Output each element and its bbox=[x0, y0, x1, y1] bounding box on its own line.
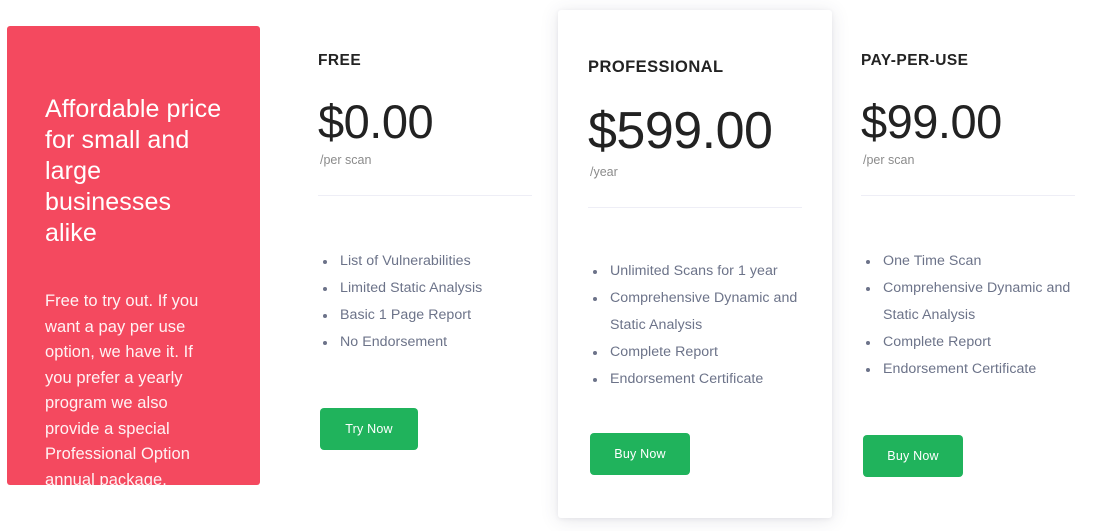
list-item: List of Vulnerabilities bbox=[318, 248, 530, 275]
plan-name-free: FREE bbox=[318, 52, 362, 69]
feature-list-pay-per-use: One Time Scan Comprehensive Dynamic and … bbox=[861, 248, 1073, 383]
list-item: Unlimited Scans for 1 year bbox=[588, 258, 802, 285]
list-item: One Time Scan bbox=[861, 248, 1073, 275]
list-item: Endorsement Certificate bbox=[588, 366, 802, 393]
buy-now-button-professional[interactable]: Buy Now bbox=[590, 433, 690, 475]
plan-price-free: $0.00 bbox=[318, 95, 434, 148]
plan-price-professional: $599.00 bbox=[588, 102, 773, 160]
list-item: Basic 1 Page Report bbox=[318, 302, 530, 329]
pricing-section: Affordable price for small and large bus… bbox=[0, 0, 1108, 531]
feature-list-free: List of Vulnerabilities Limited Static A… bbox=[318, 248, 530, 356]
plan-name-pay-per-use: PAY-PER-USE bbox=[861, 52, 969, 69]
plan-period-free: /per scan bbox=[320, 153, 372, 167]
plan-name-professional: PROFESSIONAL bbox=[588, 58, 724, 76]
feature-list-professional: Unlimited Scans for 1 year Comprehensive… bbox=[588, 258, 802, 393]
list-item: Complete Report bbox=[588, 339, 802, 366]
plan-card-pay-per-use: PAY-PER-USE $99.00 /per scan One Time Sc… bbox=[843, 0, 1091, 531]
plan-card-free: FREE $0.00 /per scan List of Vulnerabili… bbox=[300, 0, 548, 531]
list-item: Comprehensive Dynamic and Static Analysi… bbox=[588, 285, 802, 339]
promo-card: Affordable price for small and large bus… bbox=[7, 26, 260, 489]
plan-divider-free bbox=[318, 195, 532, 196]
plan-divider-pay-per-use bbox=[861, 195, 1075, 196]
list-item: Comprehensive Dynamic and Static Analysi… bbox=[861, 275, 1073, 329]
list-item: Complete Report bbox=[861, 329, 1073, 356]
plan-divider-professional bbox=[588, 207, 802, 208]
plan-card-professional: PROFESSIONAL $599.00 /year Unlimited Sca… bbox=[558, 10, 832, 518]
list-item: Limited Static Analysis bbox=[318, 275, 530, 302]
try-now-button[interactable]: Try Now bbox=[320, 408, 418, 450]
buy-now-button-pay-per-use[interactable]: Buy Now bbox=[863, 435, 963, 477]
list-item: No Endorsement bbox=[318, 329, 530, 356]
plan-period-professional: /year bbox=[590, 165, 618, 179]
list-item: Endorsement Certificate bbox=[861, 356, 1073, 383]
plan-period-pay-per-use: /per scan bbox=[863, 153, 915, 167]
plan-price-pay-per-use: $99.00 bbox=[861, 95, 1002, 148]
promo-title: Affordable price for small and large bus… bbox=[45, 95, 222, 247]
promo-description: Free to try out. If you want a pay per u… bbox=[45, 292, 199, 489]
